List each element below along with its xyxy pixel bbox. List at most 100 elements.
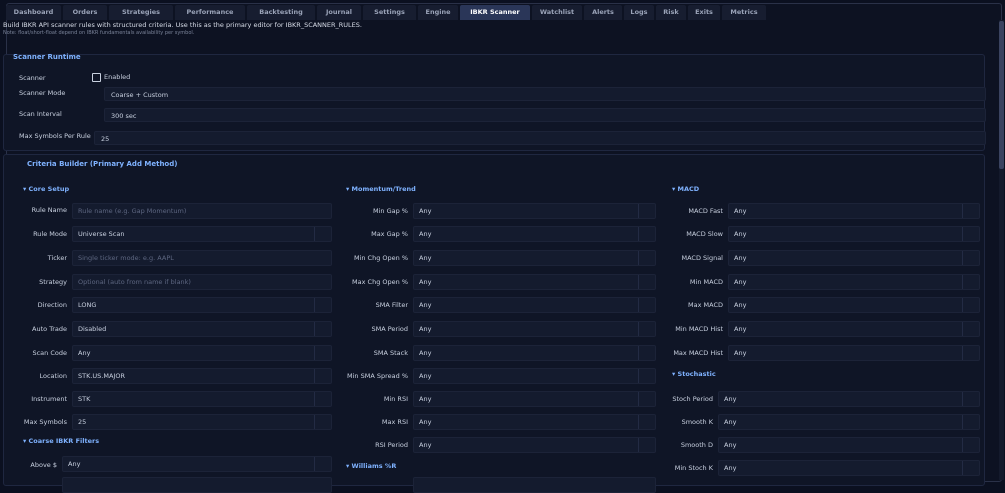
min-macd-input[interactable]: Any [728,274,980,290]
tab-alerts[interactable]: Alerts [584,5,622,20]
ticker-input[interactable]: Single ticker mode: e.g. AAPL [72,250,332,266]
max-chg-open-label: Max Chg Open % [352,278,408,286]
min-chg-open-stepper[interactable] [638,251,655,265]
max-symbols-stepper[interactable] [314,415,331,429]
min-gap-value: Any [419,207,432,215]
sma-stack-dropdown-cap [638,346,655,360]
sma-stack-value: Any [419,349,432,357]
coarse-ibkr-filters-section[interactable]: ▾ Coarse IBKR Filters [23,437,99,445]
min-gap-label: Min Gap % [373,207,408,215]
direction-select[interactable]: LONG [72,297,332,313]
sma-period-stepper[interactable] [638,322,655,336]
tab-dashboard[interactable]: Dashboard [6,5,61,20]
rule-name-input[interactable]: Rule name (e.g. Gap Momentum) [72,203,332,219]
stoch-period-input[interactable]: Any [718,391,980,407]
min-stoch-k-value: Any [724,464,737,472]
rule-name-label: Rule Name [31,206,67,214]
min-macd-hist-stepper[interactable] [962,322,979,336]
rule-mode-dropdown-cap [314,227,331,241]
scan-code-select[interactable]: Any [72,345,332,361]
macd-slow-stepper[interactable] [962,227,979,241]
smooth-k-input[interactable]: Any [718,414,980,430]
stoch-period-label: Stoch Period [672,395,713,403]
macd-signal-stepper[interactable] [962,251,979,265]
scanner-mode-select[interactable]: Coarse + Custom [104,87,986,101]
sma-filter-select[interactable]: Any [413,297,656,313]
max-macd-hist-input[interactable]: Any [728,345,980,361]
sma-period-input[interactable]: Any [413,321,656,337]
scan-interval-field[interactable]: 300 sec [104,108,986,122]
min-chg-open-input[interactable]: Any [413,250,656,266]
tab-orders[interactable]: Orders [63,5,107,20]
max-macd-label: Max MACD [688,301,723,309]
max-gap-stepper[interactable] [638,227,655,241]
tab-ibkr-scanner[interactable]: IBKR Scanner [460,5,530,20]
instrument-select[interactable]: STK [72,391,332,407]
max-macd-hist-stepper[interactable] [962,346,979,360]
tab-logs[interactable]: Logs [624,5,654,20]
min-macd-hist-input[interactable]: Any [728,321,980,337]
above-price-select[interactable]: Any [62,456,332,472]
max-chg-open-input[interactable]: Any [413,274,656,290]
tab-strategies[interactable]: Strategies [109,5,173,20]
min-gap-stepper[interactable] [638,204,655,218]
rule-mode-select[interactable]: Universe Scan [72,226,332,242]
sma-stack-select[interactable]: Any [413,345,656,361]
tab-settings[interactable]: Settings [363,5,416,20]
instrument-dropdown-cap [314,392,331,406]
macd-signal-value: Any [734,254,747,262]
core-setup-section[interactable]: ▾ Core Setup [23,185,69,193]
tab-exits[interactable]: Exits [688,5,720,20]
macd-section[interactable]: ▾ MACD [672,185,699,193]
rsi-period-value: Any [419,441,432,449]
max-symbols-input[interactable]: 25 [72,414,332,430]
sma-stack-label: SMA Stack [373,349,408,357]
macd-fast-stepper[interactable] [962,204,979,218]
max-symbols-per-rule-field[interactable]: 25 [94,131,986,145]
macd-slow-input[interactable]: Any [728,226,980,242]
tab-metrics[interactable]: Metrics [722,5,766,20]
scanner-enabled-checkbox[interactable] [92,73,101,82]
scanner-runtime-title: Scanner Runtime [13,53,81,61]
max-macd-stepper[interactable] [962,298,979,312]
tab-journal[interactable]: Journal [317,5,361,20]
smooth-d-stepper[interactable] [962,438,979,452]
stochastic-section[interactable]: ▾ Stochastic [672,370,716,378]
tab-watchlist[interactable]: Watchlist [532,5,582,20]
min-macd-stepper[interactable] [962,275,979,289]
min-stoch-k-input[interactable]: Any [718,460,980,476]
max-rsi-stepper[interactable] [638,415,655,429]
tab-risk[interactable]: Risk [656,5,686,20]
min-rsi-stepper[interactable] [638,392,655,406]
max-gap-label: Max Gap % [371,230,408,238]
min-sma-spread-input[interactable]: Any [413,368,656,384]
min-sma-spread-stepper[interactable] [638,369,655,383]
momentum-trend-section[interactable]: ▾ Momentum/Trend [346,185,416,193]
max-macd-input[interactable]: Any [728,297,980,313]
max-gap-input[interactable]: Any [413,226,656,242]
williams-r-section[interactable]: ▾ Williams %R [346,462,396,470]
williams-r-first-field[interactable] [413,477,656,493]
rsi-period-stepper[interactable] [638,438,655,452]
macd-signal-label: MACD Signal [681,254,723,262]
rsi-period-input[interactable]: Any [413,437,656,453]
max-chg-open-stepper[interactable] [638,275,655,289]
macd-fast-input[interactable]: Any [728,203,980,219]
tab-backtesting[interactable]: Backtesting [247,5,315,20]
tab-engine[interactable]: Engine [418,5,458,20]
location-select[interactable]: STK.US.MAJOR [72,368,332,384]
next-coarse-filter-field[interactable] [62,477,332,493]
smooth-k-stepper[interactable] [962,415,979,429]
page-scrollbar-thumb[interactable] [999,21,1004,169]
tab-performance[interactable]: Performance [175,5,245,20]
max-rsi-input[interactable]: Any [413,414,656,430]
strategy-input[interactable]: Optional (auto from name if blank) [72,274,332,290]
min-stoch-k-stepper[interactable] [962,461,979,475]
min-gap-input[interactable]: Any [413,203,656,219]
auto-trade-select[interactable]: Disabled [72,321,332,337]
stoch-period-stepper[interactable] [962,392,979,406]
macd-signal-input[interactable]: Any [728,250,980,266]
min-rsi-input[interactable]: Any [413,391,656,407]
smooth-d-input[interactable]: Any [718,437,980,453]
page-note: Note: float/short-float depend on IBKR f… [3,30,195,36]
